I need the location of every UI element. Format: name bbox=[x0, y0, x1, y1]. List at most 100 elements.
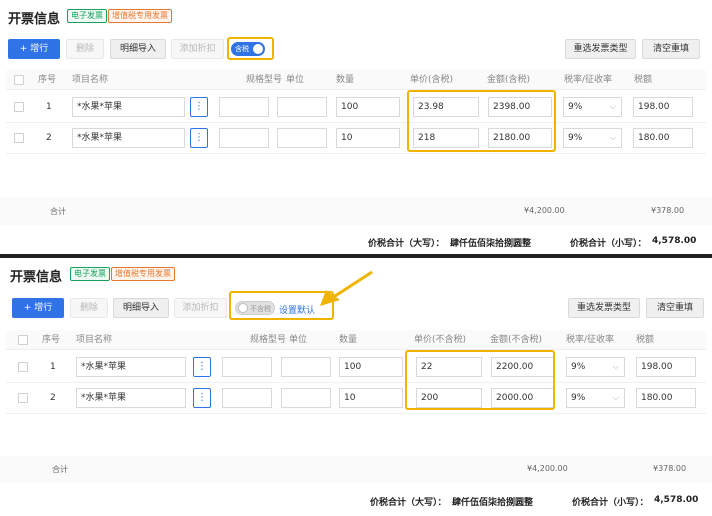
total-upper-label: 价税合计（大写）： bbox=[368, 239, 445, 249]
col-header: 数量 bbox=[339, 335, 358, 345]
select-all-checkbox[interactable] bbox=[14, 75, 24, 85]
row-checkbox[interactable] bbox=[14, 102, 24, 112]
spec-input[interactable] bbox=[219, 128, 269, 148]
col-header: 序号 bbox=[42, 335, 61, 345]
detail-import-button[interactable]: 明细导入 bbox=[113, 298, 169, 318]
total-upper-value: 肆仟伍佰柒拾捌圆整 bbox=[450, 239, 532, 249]
col-header: 税率/征收率 bbox=[564, 75, 613, 85]
total-upper-label: 价税合计（大写）： bbox=[370, 498, 447, 508]
tag-electronic-invoice: 电子发票 bbox=[70, 267, 110, 281]
highlight-box bbox=[405, 350, 555, 410]
col-header: 规格型号 bbox=[250, 335, 287, 345]
clear-refill-button[interactable]: 清空重填 bbox=[642, 39, 700, 59]
detail-import-button[interactable]: 明细导入 bbox=[110, 39, 166, 59]
callout-arrow-icon bbox=[320, 270, 373, 306]
row-number: 2 bbox=[46, 133, 52, 143]
more-options-icon[interactable]: ⋮ bbox=[193, 357, 211, 377]
chevron-down-icon: ⌵ bbox=[612, 393, 619, 402]
spec-input[interactable] bbox=[222, 357, 272, 377]
total-lower-label: 价税合计（小写）： bbox=[572, 498, 649, 508]
col-header: 金额(不含税) bbox=[490, 335, 543, 345]
summary-label: 合计 bbox=[52, 465, 68, 474]
invoice-panel-tax-included: 开票信息 电子发票 增值税专用发票 + 增行 删除 明细导入 添加折扣 含税 重… bbox=[0, 0, 712, 254]
row-checkbox[interactable] bbox=[14, 133, 24, 143]
tag-vat-special-invoice: 增值税专用发票 bbox=[108, 9, 172, 23]
tax-rate-select[interactable]: 9% ⌵ bbox=[566, 357, 625, 377]
tax-rate-value: 9% bbox=[568, 133, 583, 143]
unit-input[interactable] bbox=[277, 97, 327, 117]
row-number: 1 bbox=[46, 102, 52, 112]
item-name-input[interactable]: *水果*苹果 bbox=[76, 357, 186, 377]
chevron-down-icon: ⌵ bbox=[612, 362, 619, 371]
summary-amount: ¥4,200.00 bbox=[524, 206, 565, 215]
add-discount-button[interactable]: 添加折扣 bbox=[171, 39, 224, 59]
col-header: 税额 bbox=[634, 75, 653, 85]
quantity-input[interactable]: 100 bbox=[339, 357, 403, 377]
total-lower-label: 价税合计（小写）： bbox=[570, 239, 647, 249]
tax-rate-value: 9% bbox=[571, 362, 586, 372]
tax-rate-select[interactable]: 9% ⌵ bbox=[563, 97, 622, 117]
tax-amount-input[interactable]: 180.00 bbox=[636, 388, 696, 408]
unit-input[interactable] bbox=[281, 388, 331, 408]
quantity-input[interactable]: 10 bbox=[339, 388, 403, 408]
reselect-invoice-type-button[interactable]: 重选发票类型 bbox=[565, 39, 636, 59]
table-header: 序号 项目名称 规格型号 单位 数量 单价(不含税) 金额(不含税) 税率/征收… bbox=[6, 330, 706, 350]
col-header: 单价(不含税) bbox=[414, 335, 467, 345]
more-options-icon[interactable]: ⋮ bbox=[190, 128, 208, 148]
row-checkbox[interactable] bbox=[18, 393, 28, 403]
tax-rate-select[interactable]: 9% ⌵ bbox=[566, 388, 625, 408]
item-name-input[interactable]: *水果*苹果 bbox=[72, 97, 185, 117]
col-header: 规格型号 bbox=[246, 75, 283, 85]
col-header: 税额 bbox=[636, 335, 655, 345]
add-row-button[interactable]: + 增行 bbox=[12, 298, 64, 318]
invoice-panel-tax-excluded: 开票信息 电子发票 增值税专用发票 + 增行 删除 明细导入 添加折扣 不含税 … bbox=[0, 258, 712, 516]
tax-rate-value: 9% bbox=[571, 393, 586, 403]
summary-label: 合计 bbox=[50, 207, 66, 216]
tax-amount-input[interactable]: 198.00 bbox=[633, 97, 693, 117]
page-title: 开票信息 bbox=[8, 12, 61, 27]
col-header: 项目名称 bbox=[76, 335, 113, 345]
highlight-box bbox=[407, 90, 556, 152]
col-header: 单位 bbox=[286, 75, 305, 85]
add-row-button[interactable]: + 增行 bbox=[8, 39, 60, 59]
tax-rate-select[interactable]: 9% ⌵ bbox=[563, 128, 622, 148]
delete-button[interactable]: 删除 bbox=[66, 39, 104, 59]
page-title: 开票信息 bbox=[10, 270, 63, 285]
col-header: 序号 bbox=[38, 75, 57, 85]
row-checkbox[interactable] bbox=[18, 362, 28, 372]
tax-amount-input[interactable]: 198.00 bbox=[636, 357, 696, 377]
row-number: 2 bbox=[50, 393, 56, 403]
total-upper-value: 肆仟伍佰柒拾捌圆整 bbox=[452, 498, 534, 508]
more-options-icon[interactable]: ⋮ bbox=[190, 97, 208, 117]
unit-input[interactable] bbox=[277, 128, 327, 148]
col-header: 数量 bbox=[336, 75, 355, 85]
item-name-input[interactable]: *水果*苹果 bbox=[72, 128, 185, 148]
add-discount-button[interactable]: 添加折扣 bbox=[174, 298, 227, 318]
col-header: 项目名称 bbox=[72, 75, 109, 85]
unit-input[interactable] bbox=[281, 357, 331, 377]
reselect-invoice-type-button[interactable]: 重选发票类型 bbox=[568, 298, 640, 318]
clear-refill-button[interactable]: 清空重填 bbox=[646, 298, 704, 318]
table-row: 1 *水果*苹果 ⋮ 100 23.98 2398.00 9% ⌵ 198.00 bbox=[6, 92, 706, 123]
tag-electronic-invoice: 电子发票 bbox=[67, 9, 107, 23]
quantity-input[interactable]: 10 bbox=[336, 128, 400, 148]
spec-input[interactable] bbox=[219, 97, 269, 117]
summary-tax: ¥378.00 bbox=[653, 464, 687, 473]
summary-amount: ¥4,200.00 bbox=[527, 464, 568, 473]
highlight-box bbox=[227, 37, 274, 60]
col-header: 税率/征收率 bbox=[566, 335, 615, 345]
chevron-down-icon: ⌵ bbox=[609, 133, 616, 142]
quantity-input[interactable]: 100 bbox=[336, 97, 400, 117]
more-options-icon[interactable]: ⋮ bbox=[193, 388, 211, 408]
tax-amount-input[interactable]: 180.00 bbox=[633, 128, 693, 148]
chevron-down-icon: ⌵ bbox=[609, 102, 616, 111]
tax-rate-value: 9% bbox=[568, 102, 583, 112]
col-header: 金额(含税) bbox=[487, 75, 531, 85]
spec-input[interactable] bbox=[222, 388, 272, 408]
select-all-checkbox[interactable] bbox=[18, 335, 28, 345]
summary-tax: ¥378.00 bbox=[651, 206, 685, 215]
col-header: 单位 bbox=[289, 335, 308, 345]
item-name-input[interactable]: *水果*苹果 bbox=[76, 388, 186, 408]
total-lower-value: 4,578.00 bbox=[652, 236, 697, 246]
delete-button[interactable]: 删除 bbox=[70, 298, 108, 318]
